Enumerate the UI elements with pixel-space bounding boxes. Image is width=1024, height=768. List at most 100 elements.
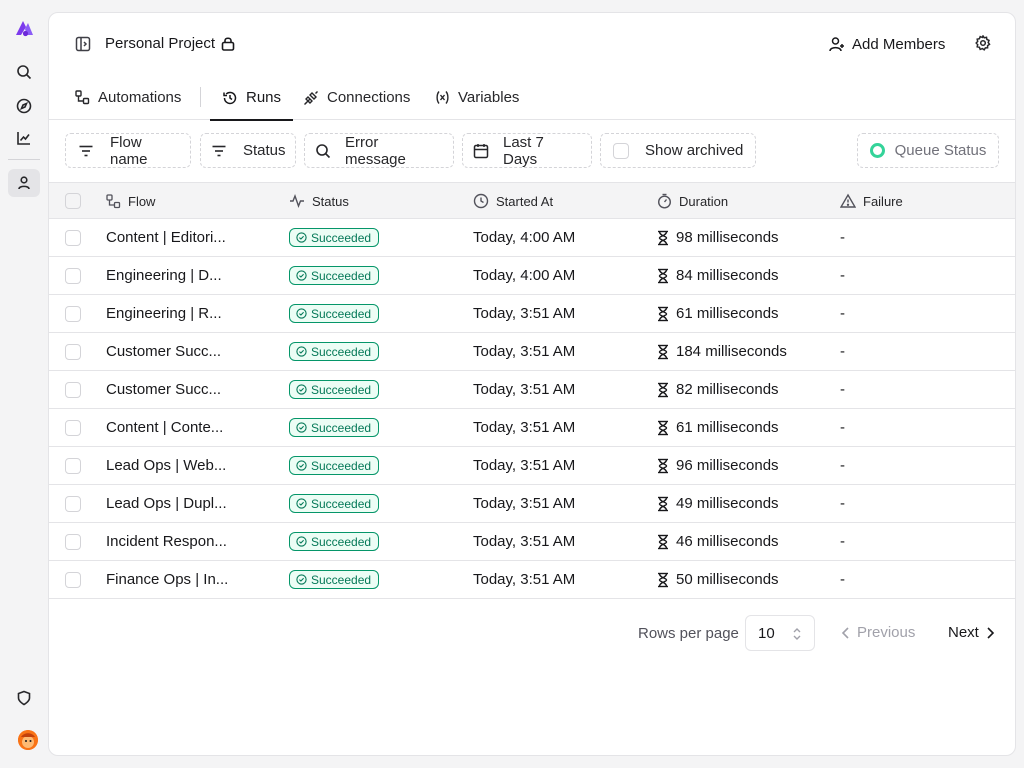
check-circle-icon <box>296 308 307 319</box>
date-range-filter[interactable]: Last 7 Days <box>462 133 592 168</box>
started-at-cell: Today, 3:51 AM <box>473 343 576 360</box>
table-row[interactable]: Engineering | D... Succeeded Today, 4:00 A… <box>49 257 1015 295</box>
flow-name-cell[interactable]: Incident Respon... <box>106 523 227 560</box>
row-checkbox[interactable] <box>65 457 81 474</box>
select-all-cell <box>65 183 81 219</box>
compass-icon[interactable] <box>8 92 40 120</box>
flow-name-cell[interactable]: Lead Ops | Web... <box>106 447 226 484</box>
row-checkbox[interactable] <box>65 267 81 284</box>
show-archived-toggle[interactable]: Show archived <box>600 133 756 168</box>
table-header: Flow Status Started At Duration Failure <box>49 182 1015 219</box>
user-icon[interactable] <box>8 169 40 197</box>
table-row[interactable]: Customer Succ... Succeeded Today, 3:51 AM 1… <box>49 333 1015 371</box>
flow-name-cell[interactable]: Customer Succ... <box>106 333 221 370</box>
flow-name-cell[interactable]: Lead Ops | Dupl... <box>106 485 227 522</box>
row-checkbox[interactable] <box>65 495 81 512</box>
top-bar: Personal Project Add Members <box>49 13 1015 75</box>
flow-name-cell[interactable]: Engineering | D... <box>106 257 222 294</box>
status-filter-label: Status <box>243 142 286 159</box>
check-circle-icon <box>296 422 307 433</box>
failure-cell: - <box>840 305 845 322</box>
duration-value: 61 milliseconds <box>676 305 779 322</box>
status-badge: Succeeded <box>289 532 380 551</box>
table-row[interactable]: Content | Editori... Succeeded Today, 4:00… <box>49 219 1015 257</box>
flow-name-cell[interactable]: Finance Ops | In... <box>106 561 228 598</box>
add-members-button[interactable]: Add Members <box>829 33 945 55</box>
flow-name-filter[interactable]: Flow name <box>65 133 191 168</box>
flow-name-cell[interactable]: Engineering | R... <box>106 295 222 332</box>
column-failure[interactable]: Failure <box>840 183 903 219</box>
status-cell: Succeeded <box>289 295 380 332</box>
flow-name-cell[interactable]: Content | Editori... <box>106 219 226 256</box>
column-status[interactable]: Status <box>289 183 349 219</box>
app-logo-icon[interactable] <box>12 16 36 40</box>
row-checkbox[interactable] <box>65 343 81 360</box>
status-badge-label: Succeeded <box>311 534 372 549</box>
next-page-button[interactable]: Next <box>948 624 995 641</box>
column-duration[interactable]: Duration <box>657 183 728 219</box>
gear-icon[interactable] <box>975 35 991 51</box>
status-badge: Succeeded <box>289 342 380 361</box>
plug-icon <box>303 90 319 106</box>
sidebar-toggle-icon[interactable] <box>75 36 91 52</box>
started-at-cell: Today, 3:51 AM <box>473 381 576 398</box>
tab-divider <box>200 87 201 107</box>
duration-value: 46 milliseconds <box>676 533 779 550</box>
row-checkbox[interactable] <box>65 229 81 246</box>
column-started-at[interactable]: Started At <box>473 183 553 219</box>
search-icon <box>315 143 331 159</box>
status-badge-label: Succeeded <box>311 458 372 473</box>
hourglass-icon <box>657 306 669 322</box>
row-checkbox[interactable] <box>65 571 81 588</box>
row-checkbox[interactable] <box>65 381 81 398</box>
lock-icon <box>221 36 235 51</box>
shield-icon[interactable] <box>8 684 40 712</box>
table-row[interactable]: Content | Conte... Succeeded Today, 3:51 A… <box>49 409 1015 447</box>
failure-cell: - <box>840 571 845 588</box>
tab-bar: Automations Runs Connections Variables <box>49 75 1015 121</box>
pagination: Rows per page 10 Previous Next <box>49 614 1015 654</box>
tab-runs-label: Runs <box>246 89 282 106</box>
project-title[interactable]: Personal Project <box>105 35 235 52</box>
avatar[interactable] <box>18 730 38 750</box>
table-row[interactable]: Lead Ops | Web... Succeeded Today, 3:51 AM… <box>49 447 1015 485</box>
flow-name-cell[interactable]: Customer Succ... <box>106 371 221 408</box>
tab-connections[interactable]: Connections <box>303 75 410 120</box>
check-circle-icon <box>296 536 307 547</box>
row-checkbox[interactable] <box>65 533 81 550</box>
rows-per-page-select[interactable]: 10 <box>745 615 815 651</box>
status-badge: Succeeded <box>289 494 380 513</box>
previous-page-button[interactable]: Previous <box>841 624 915 641</box>
check-circle-icon <box>296 346 307 357</box>
row-checkbox[interactable] <box>65 305 81 322</box>
started-at-cell: Today, 3:51 AM <box>473 571 576 588</box>
chart-icon[interactable] <box>8 124 40 152</box>
select-all-checkbox[interactable] <box>65 193 81 209</box>
status-badge: Succeeded <box>289 304 380 323</box>
check-circle-icon <box>296 460 307 471</box>
tab-runs[interactable]: Runs <box>209 75 294 121</box>
rows-per-page-value: 10 <box>758 624 775 642</box>
show-archived-checkbox[interactable] <box>613 142 629 159</box>
duration-value: 96 milliseconds <box>676 457 779 474</box>
search-icon[interactable] <box>8 58 40 86</box>
table-row[interactable]: Lead Ops | Dupl... Succeeded Today, 3:51 A… <box>49 485 1015 523</box>
table-row[interactable]: Customer Succ... Succeeded Today, 3:51 AM 8… <box>49 371 1015 409</box>
duration-value: 82 milliseconds <box>676 381 779 398</box>
status-badge: Succeeded <box>289 570 380 589</box>
check-circle-icon <box>296 498 307 509</box>
queue-status-button[interactable]: Queue Status <box>857 133 999 168</box>
flow-name-cell[interactable]: Content | Conte... <box>106 409 223 446</box>
row-checkbox[interactable] <box>65 419 81 436</box>
activity-icon <box>289 193 305 209</box>
status-filter[interactable]: Status <box>200 133 296 168</box>
error-message-filter[interactable]: Error message <box>304 133 454 168</box>
table-row[interactable]: Engineering | R... Succeeded Today, 3:51 A… <box>49 295 1015 333</box>
tab-automations[interactable]: Automations <box>75 75 181 120</box>
warning-icon <box>840 193 856 209</box>
tab-variables[interactable]: Variables <box>435 75 519 120</box>
table-row[interactable]: Finance Ops | In... Succeeded Today, 3:51 … <box>49 561 1015 599</box>
table-row[interactable]: Incident Respon... Succeeded Today, 3:51 A… <box>49 523 1015 561</box>
row-select-cell <box>65 257 81 294</box>
column-flow[interactable]: Flow <box>106 183 155 219</box>
